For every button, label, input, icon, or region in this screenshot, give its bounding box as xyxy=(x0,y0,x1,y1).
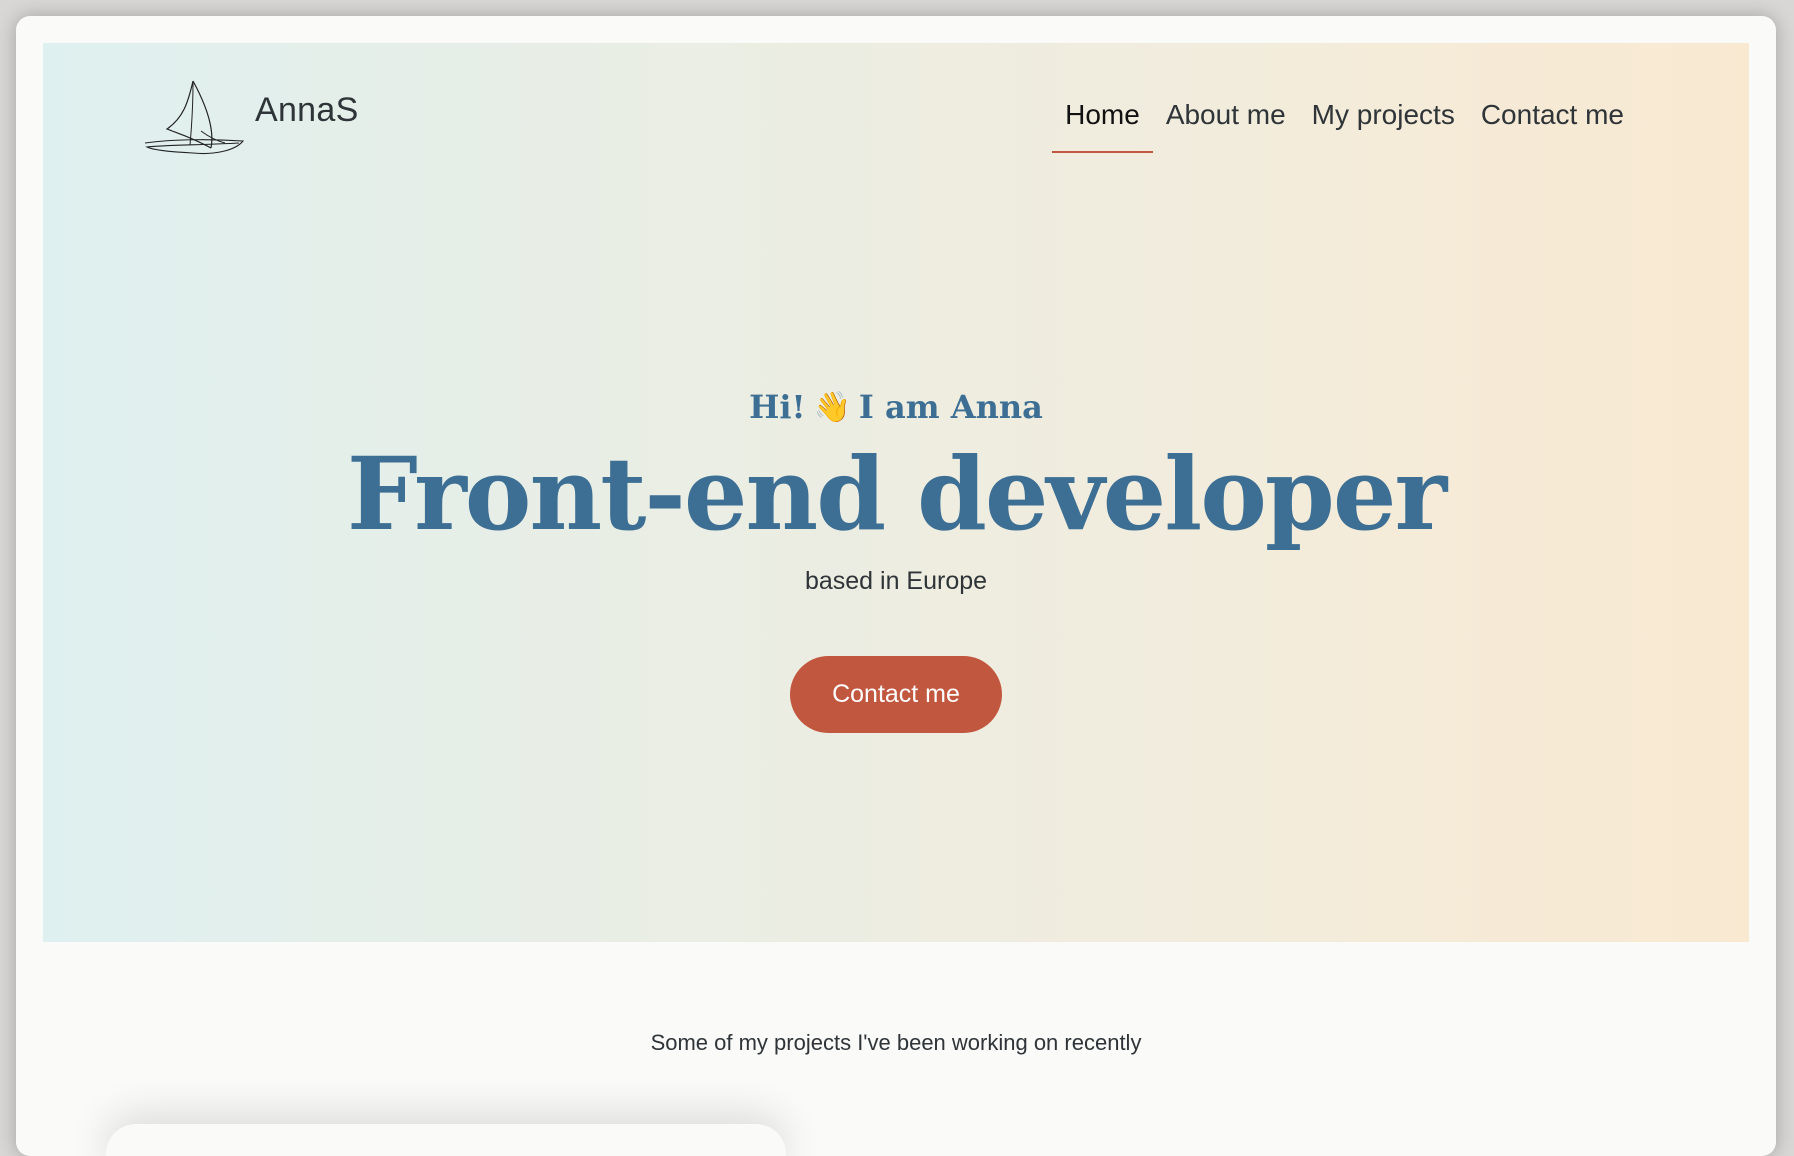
hero-subline: based in Europe xyxy=(804,567,988,595)
waving-hand-icon: 👋 xyxy=(813,389,851,425)
greeting-name: I am Anna xyxy=(858,388,1043,426)
nav-home[interactable]: Home xyxy=(1052,95,1153,153)
hero-content: Hi! 👋 I am Anna Front-end developer base… xyxy=(43,388,1749,733)
hero-greeting: Hi! 👋 I am Anna xyxy=(749,388,1043,426)
browser-frame: AnnaS Home About me My projects Contact … xyxy=(16,16,1776,1156)
contact-me-button[interactable]: Contact me xyxy=(790,656,1002,733)
nav-my-projects[interactable]: My projects xyxy=(1299,95,1468,153)
nav-menu: Home About me My projects Contact me xyxy=(1052,95,1637,153)
greeting-hi: Hi! xyxy=(749,388,806,426)
brand[interactable]: AnnaS xyxy=(143,73,359,158)
project-card[interactable] xyxy=(106,1124,786,1156)
hero-headline: Front-end developer xyxy=(346,435,1447,553)
nav-about-me[interactable]: About me xyxy=(1153,95,1299,153)
hero-section: AnnaS Home About me My projects Contact … xyxy=(43,43,1749,942)
navbar: AnnaS Home About me My projects Contact … xyxy=(43,43,1749,163)
sailboat-icon xyxy=(144,80,245,155)
brand-name: AnnaS xyxy=(255,91,359,129)
nav-contact-me[interactable]: Contact me xyxy=(1468,95,1637,153)
projects-intro: Some of my projects I've been working on… xyxy=(650,1030,1142,1055)
